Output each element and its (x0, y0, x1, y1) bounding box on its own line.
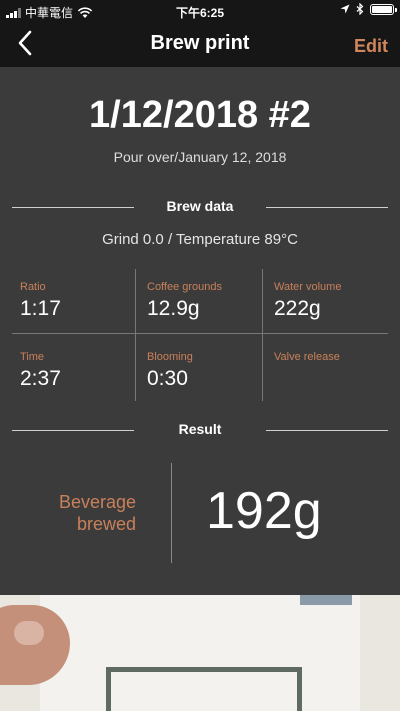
metric-value: 0:30 (147, 367, 188, 390)
beverage-brewed-label: Beverage brewed (0, 491, 136, 535)
nav-bar: Brew print Edit (0, 22, 400, 67)
metric-label: Coffee grounds (147, 281, 223, 293)
brew-data-label: Brew data (166, 198, 234, 214)
beverage-brewed-value: 192g (206, 482, 322, 540)
page-title: Brew print (150, 32, 250, 54)
result-label-line: brewed (76, 514, 136, 534)
brew-title: 1/12/2018 #2 (89, 94, 311, 136)
result-label-heading: Result (178, 421, 222, 437)
grid-divider (12, 333, 388, 334)
metric-label: Ratio (20, 281, 46, 293)
brew-subtitle: Pour over/January 12, 2018 (113, 149, 287, 165)
tape-strip (300, 595, 352, 605)
brew-detail: 1/12/2018 #2 Pour over/January 12, 2018 … (0, 67, 400, 595)
edit-button[interactable]: Edit (354, 36, 388, 57)
metric-valve-release: Valve release (266, 339, 386, 401)
status-right (340, 3, 397, 15)
brew-data-header: Brew data (12, 197, 388, 217)
metric-value: 222g (274, 297, 321, 320)
result-label-line: Beverage (58, 492, 136, 512)
result-header: Result (12, 420, 388, 440)
battery-icon (370, 3, 397, 15)
brew-photo[interactable] (0, 595, 400, 711)
result-area: Beverage brewed 192g (0, 463, 400, 565)
status-bar: 中華電信 下午6:25 (0, 0, 400, 22)
metric-value: 2:37 (20, 367, 61, 390)
divider-line (266, 430, 388, 431)
location-arrow-icon (340, 4, 350, 14)
grid-divider (262, 269, 263, 401)
metric-value: 12.9g (147, 297, 200, 320)
metric-label: Water volume (274, 281, 342, 293)
metrics-grid: Ratio 1:17 Coffee grounds 12.9g Water vo… (12, 269, 388, 401)
bluetooth-icon (356, 3, 364, 15)
metric-value: 1:17 (20, 297, 61, 320)
result-divider (171, 463, 172, 563)
metric-label: Time (20, 351, 45, 363)
metric-label: Blooming (147, 351, 193, 363)
divider-line (266, 207, 388, 208)
fingernail (14, 621, 44, 645)
metric-ratio: Ratio 1:17 (12, 269, 132, 331)
printed-frame (106, 667, 302, 711)
metric-blooming: Blooming 0:30 (139, 339, 259, 401)
grid-divider (135, 269, 136, 401)
metric-coffee-grounds: Coffee grounds 12.9g (139, 269, 259, 331)
metric-time: Time 2:37 (12, 339, 132, 401)
metric-water-volume: Water volume 222g (266, 269, 386, 331)
metric-label: Valve release (274, 351, 340, 363)
grind-temperature: Grind 0.0 / Temperature 89°C (102, 231, 298, 248)
